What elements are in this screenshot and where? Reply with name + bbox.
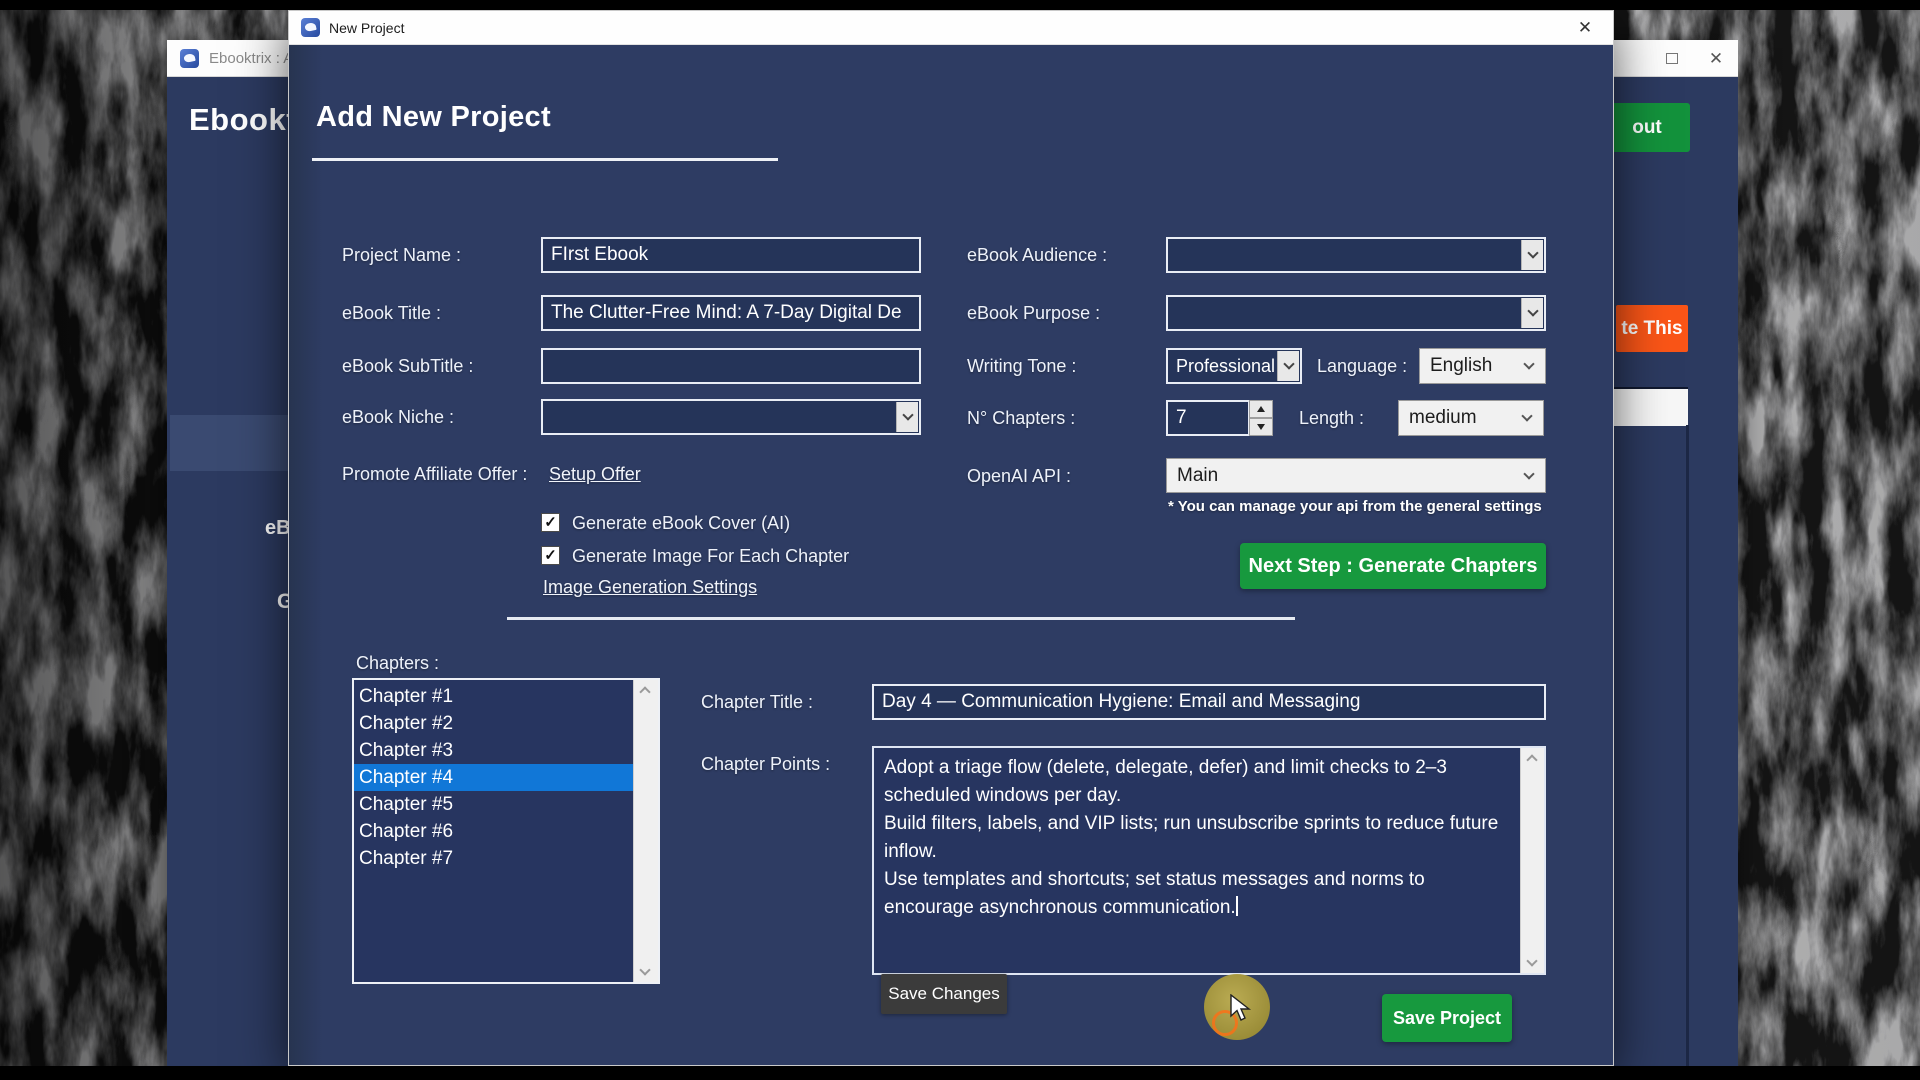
generate-cover-checkbox[interactable]: ✓ xyxy=(541,513,560,532)
chapters-listbox[interactable]: Chapter #1 Chapter #2 Chapter #3 Chapter… xyxy=(352,678,660,984)
chevron-down-icon[interactable] xyxy=(896,402,918,432)
ebook-title-label: eBook Title : xyxy=(342,303,441,324)
api-note: * You can manage your api from the gener… xyxy=(1168,498,1542,515)
language-label: Language : xyxy=(1317,356,1407,377)
desktop: Ebooktrix : A ✕ Ebooktr out eB G te This… xyxy=(0,0,1920,1080)
chevron-down-icon xyxy=(1523,358,1534,369)
chapters-label: Chapters : xyxy=(356,653,439,674)
chapter-points-textarea[interactable]: Adopt a triage flow (delete, delegate, d… xyxy=(872,746,1546,975)
check-icon: ✓ xyxy=(544,548,557,563)
list-item[interactable]: Chapter #2 xyxy=(354,710,633,737)
close-button-background-window[interactable]: ✕ xyxy=(1694,40,1738,77)
top-letterbox-bar xyxy=(0,0,1920,10)
mouse-cursor xyxy=(1229,994,1255,1024)
list-item[interactable]: Chapter #1 xyxy=(354,683,633,710)
openai-api-label: OpenAI API : xyxy=(967,466,1071,487)
arrow-up-icon xyxy=(1257,406,1265,412)
close-icon: ✕ xyxy=(1578,18,1592,38)
generate-images-checkbox[interactable]: ✓ xyxy=(541,546,560,565)
chevron-down-icon xyxy=(1523,468,1534,479)
background-panel-field xyxy=(1614,387,1688,426)
dialog-titlebar[interactable]: New Project ✕ xyxy=(289,11,1613,45)
list-item[interactable]: Chapter #3 xyxy=(354,737,633,764)
chapter-points-text: Adopt a triage flow (delete, delegate, d… xyxy=(874,748,1520,973)
ebook-subtitle-label: eBook SubTitle : xyxy=(342,356,473,377)
ebook-niche-label: eBook Niche : xyxy=(342,407,454,428)
chevron-down-icon[interactable] xyxy=(1277,351,1299,381)
list-item[interactable]: Chapter #7 xyxy=(354,845,633,872)
stepper-up-button[interactable] xyxy=(1249,400,1273,418)
close-button-dialog[interactable]: ✕ xyxy=(1565,11,1605,45)
stepper-down-button[interactable] xyxy=(1249,418,1273,436)
arrow-down-icon xyxy=(1257,424,1265,430)
dialog-app-icon xyxy=(301,18,320,37)
length-select[interactable]: medium xyxy=(1398,400,1544,436)
save-project-button[interactable]: Save Project xyxy=(1382,994,1512,1042)
dialog-title: New Project xyxy=(329,20,404,36)
chapters-scrollbar[interactable] xyxy=(633,680,658,982)
chevron-down-icon[interactable] xyxy=(1521,298,1543,328)
heading-underline xyxy=(312,158,778,161)
text-caret xyxy=(1236,896,1238,916)
writing-tone-label: Writing Tone : xyxy=(967,356,1076,377)
list-item[interactable]: Chapter #5 xyxy=(354,791,633,818)
chapters-count-stepper[interactable] xyxy=(1249,400,1273,436)
save-changes-button[interactable]: Save Changes xyxy=(881,974,1007,1014)
chapter-points-label: Chapter Points : xyxy=(701,754,830,775)
maximize-button[interactable] xyxy=(1650,40,1694,77)
bottom-letterbox-bar xyxy=(0,1066,1920,1080)
page-title: Add New Project xyxy=(316,101,551,134)
create-this-button[interactable]: te This xyxy=(1616,305,1688,352)
scroll-down-icon[interactable] xyxy=(1526,955,1537,966)
ebooktrix-app-icon xyxy=(180,49,199,68)
chapters-count-input[interactable]: 7 xyxy=(1166,400,1250,436)
image-generation-settings-link[interactable]: Image Generation Settings xyxy=(543,577,757,598)
project-name-input[interactable]: FIrst Ebook xyxy=(541,237,921,273)
promote-offer-label: Promote Affiliate Offer : xyxy=(342,464,527,485)
chevron-down-icon[interactable] xyxy=(1521,240,1543,270)
project-name-label: Project Name : xyxy=(342,245,461,266)
close-icon: ✕ xyxy=(1709,49,1723,69)
section-divider xyxy=(507,617,1295,620)
ebook-title-input[interactable]: The Clutter-Free Mind: A 7-Day Digital D… xyxy=(541,295,921,331)
scroll-up-icon[interactable] xyxy=(1526,754,1537,765)
generate-images-label: Generate Image For Each Chapter xyxy=(572,546,849,567)
ebooktrix-window-title: Ebooktrix : A xyxy=(209,50,293,67)
list-item[interactable]: Chapter #6 xyxy=(354,818,633,845)
logout-button[interactable]: out xyxy=(1604,103,1690,152)
length-label: Length : xyxy=(1299,408,1364,429)
sidebar-item-ebooks[interactable]: eB xyxy=(265,517,291,540)
ebook-niche-select[interactable] xyxy=(541,399,921,435)
chapter-points-scrollbar[interactable] xyxy=(1520,748,1544,973)
openai-api-select[interactable]: Main xyxy=(1166,458,1546,493)
scroll-down-icon[interactable] xyxy=(639,964,650,975)
check-icon: ✓ xyxy=(544,515,557,530)
chapters-list: Chapter #1 Chapter #2 Chapter #3 Chapter… xyxy=(354,680,633,982)
maximize-icon xyxy=(1666,53,1678,64)
background-panel-border xyxy=(1686,425,1689,1066)
language-select[interactable]: English xyxy=(1419,348,1546,384)
next-step-generate-chapters-button[interactable]: Next Step : Generate Chapters xyxy=(1240,543,1546,589)
scroll-up-icon[interactable] xyxy=(639,686,650,697)
chevron-down-icon xyxy=(1521,410,1532,421)
ebook-audience-select[interactable] xyxy=(1166,237,1546,273)
chapter-title-label: Chapter Title : xyxy=(701,692,813,713)
chapter-title-input[interactable]: Day 4 — Communication Hygiene: Email and… xyxy=(872,684,1546,720)
ebook-purpose-label: eBook Purpose : xyxy=(967,303,1100,324)
list-item-selected[interactable]: Chapter #4 xyxy=(354,764,633,791)
ebook-audience-label: eBook Audience : xyxy=(967,245,1107,266)
ebook-purpose-select[interactable] xyxy=(1166,295,1546,331)
new-project-dialog: New Project ✕ Add New Project Project Na… xyxy=(288,10,1614,1066)
writing-tone-select[interactable]: Professional xyxy=(1166,348,1302,384)
sidebar-selected-item[interactable] xyxy=(170,415,291,471)
setup-offer-link[interactable]: Setup Offer xyxy=(549,464,641,485)
chapters-count-label: N° Chapters : xyxy=(967,408,1075,429)
ebook-subtitle-input[interactable] xyxy=(541,348,921,384)
generate-cover-label: Generate eBook Cover (AI) xyxy=(572,513,790,534)
